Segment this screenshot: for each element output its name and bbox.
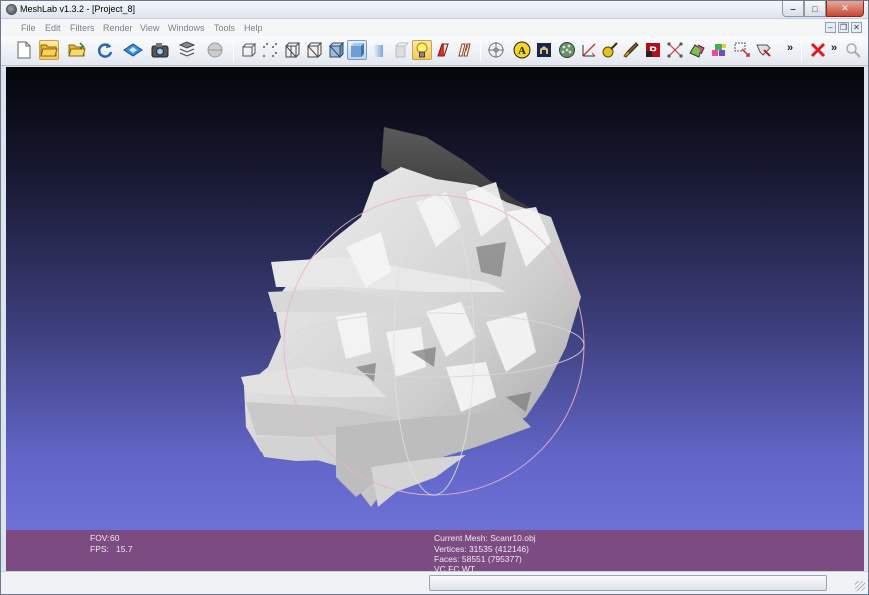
maximize-button[interactable]: □: [804, 1, 826, 17]
color-icon[interactable]: [433, 40, 453, 60]
back-face-icon[interactable]: [391, 40, 411, 60]
toolbar-overflow-button[interactable]: »: [787, 42, 793, 54]
svg-text:A: A: [518, 45, 526, 57]
select-vertex-icon[interactable]: [665, 40, 685, 60]
light-icon[interactable]: [412, 40, 432, 60]
info-panel: FOV: 60 FPS: 15.7 Current Mesh: Scanr10.…: [6, 530, 864, 574]
new-project-icon[interactable]: [14, 40, 34, 60]
point-picker-icon[interactable]: [600, 40, 620, 60]
mdi-close-button[interactable]: ✕: [851, 22, 862, 33]
edit-pick-icon[interactable]: [732, 40, 752, 60]
3d-viewport[interactable]: [6, 67, 864, 530]
main-toolbar: A P » »: [1, 36, 868, 66]
menu-file[interactable]: File: [21, 23, 36, 33]
fps-value: 15.7: [116, 544, 133, 554]
toolbar-separator: [801, 41, 802, 61]
wireframe-icon[interactable]: [282, 40, 302, 60]
snapshot-icon[interactable]: [150, 40, 170, 60]
info-icon[interactable]: [534, 40, 554, 60]
bounding-box-icon[interactable]: [239, 40, 259, 60]
search-icon[interactable]: [843, 40, 863, 60]
status-bar: [1, 571, 868, 594]
flat-icon[interactable]: [347, 40, 367, 60]
open-project-icon[interactable]: [39, 40, 59, 60]
fov-value: 60: [110, 533, 120, 543]
menu-filters[interactable]: Filters: [70, 23, 95, 33]
window-title: MeshLab v1.3.2 - [Project_8]: [20, 4, 136, 14]
menu-tools[interactable]: Tools: [214, 23, 235, 33]
mdi-minimize-button[interactable]: –: [825, 22, 836, 33]
progress-bar: [429, 575, 827, 591]
faces-text: Faces: 58551 (795377): [434, 554, 522, 564]
menu-render[interactable]: Render: [103, 23, 133, 33]
mdi-controls: – ❐ ✕: [825, 22, 862, 33]
hidden-lines-icon[interactable]: [304, 40, 324, 60]
disabled-icon[interactable]: [205, 40, 225, 60]
texture-icon[interactable]: [454, 40, 474, 60]
reload-icon[interactable]: [95, 40, 115, 60]
close-icon[interactable]: [808, 40, 828, 60]
fov-label: FOV:: [90, 533, 110, 543]
brush-icon[interactable]: [621, 40, 641, 60]
menu-view[interactable]: View: [140, 23, 159, 33]
smooth-icon[interactable]: [369, 40, 389, 60]
layers-icon[interactable]: [177, 40, 197, 60]
title-bar[interactable]: MeshLab v1.3.2 - [Project_8] ‒ □ ✕: [1, 1, 868, 19]
raster-icon[interactable]: P: [643, 40, 663, 60]
mdi-restore-button[interactable]: ❐: [838, 22, 849, 33]
fps-label: FPS:: [90, 544, 109, 554]
select-connected-icon[interactable]: [709, 40, 729, 60]
toolbar-overflow-button-2[interactable]: »: [831, 42, 837, 54]
toolbar-separator: [233, 41, 234, 61]
trackball-icon[interactable]: [486, 40, 506, 60]
reference-icon[interactable]: [579, 40, 599, 60]
vertices-text: Vertices: 31535 (412146): [434, 544, 529, 554]
minimize-button[interactable]: ‒: [782, 1, 804, 17]
mesh-lower-slab: [336, 412, 531, 497]
menu-bar: File Edit Filters Render View Windows To…: [1, 19, 868, 36]
close-window-button[interactable]: ✕: [826, 1, 864, 17]
align-icon[interactable]: [557, 40, 577, 60]
resize-grip-icon[interactable]: [855, 581, 865, 591]
measure-icon[interactable]: A: [512, 40, 532, 60]
points-icon[interactable]: [260, 40, 280, 60]
mesh-render: [241, 127, 585, 507]
select-face-icon[interactable]: [687, 40, 707, 60]
export-mesh-icon[interactable]: [123, 40, 143, 60]
meshlab-logo-icon: [6, 4, 17, 15]
import-mesh-icon[interactable]: [67, 40, 87, 60]
menu-help[interactable]: Help: [244, 23, 263, 33]
toolbar-separator: [480, 41, 481, 61]
meshlab-window: MeshLab v1.3.2 - [Project_8] ‒ □ ✕ File …: [0, 0, 869, 595]
paint-icon[interactable]: [754, 40, 774, 60]
current-mesh-text: Current Mesh: Scanr10.obj: [434, 533, 536, 543]
flat-lines-icon[interactable]: [326, 40, 346, 60]
menu-windows[interactable]: Windows: [168, 23, 205, 33]
menu-edit[interactable]: Edit: [45, 23, 61, 33]
window-controls: ‒ □ ✕: [782, 1, 864, 18]
